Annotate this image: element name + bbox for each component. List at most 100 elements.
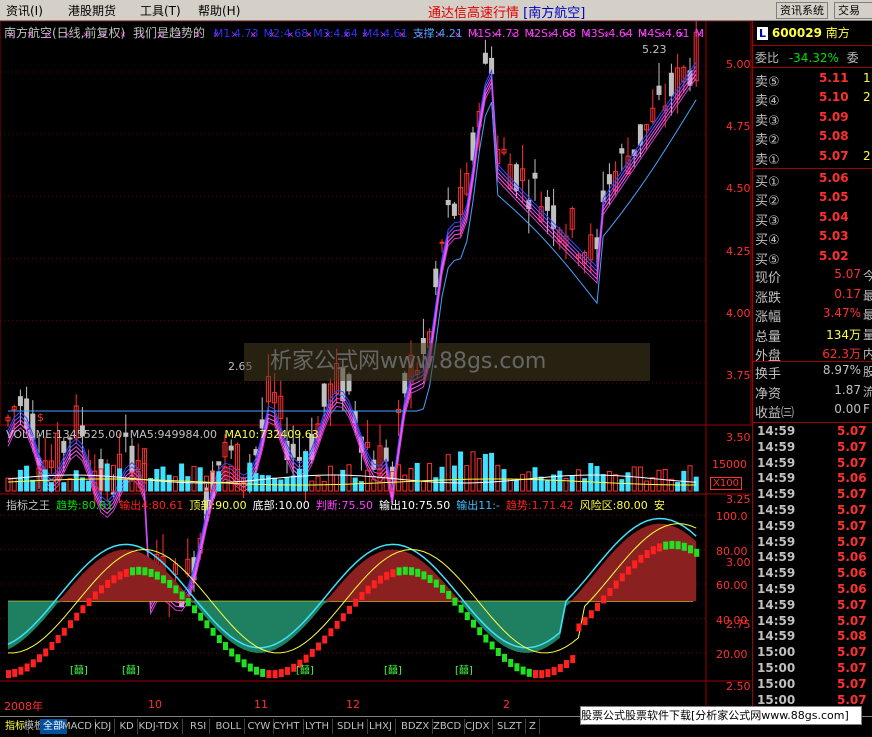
tick-price: 5.07 [837, 661, 867, 675]
volume-bar [309, 480, 315, 492]
signal-block [390, 569, 396, 578]
divider [753, 45, 872, 46]
tab-kdj-tdx[interactable]: KDJ-TDX [136, 719, 183, 734]
signal-block [495, 647, 501, 656]
price-tick: 3.00 [726, 555, 751, 569]
tab-boll[interactable]: BOLL [213, 719, 246, 734]
volume-bar [160, 466, 166, 492]
ma-labels: M1:4.73 M2:4.68 M3:4.64 M4:4.61 支撑:4.21 M1S:4… [209, 26, 704, 40]
signal-block [254, 666, 259, 675]
signal-block [173, 585, 179, 594]
candle-body [606, 174, 612, 185]
ma-ribbon [7, 69, 697, 608]
signal-block [440, 584, 445, 593]
app-title: 通达信高速行情 [南方航空] [428, 6, 586, 21]
tab-cjdx[interactable]: CJDX [462, 719, 494, 734]
tab-slzt[interactable]: SLZT [494, 719, 526, 734]
candle-body [216, 461, 222, 466]
signal-block [74, 612, 80, 621]
signal-block [570, 655, 576, 664]
buy-price: 5.06 [819, 171, 849, 185]
signal-block [365, 585, 371, 594]
volume-bar [5, 477, 11, 492]
indicator-label: 顶部:90.00 [189, 499, 247, 512]
volume-bar [327, 465, 333, 492]
chart-area[interactable]: × × × × × × × × × × × × × × × × × × × × × × × × × × × × × × × × × × × × × × [… [0, 21, 752, 715]
candle-body [544, 196, 550, 211]
volume-bar [216, 471, 222, 492]
buy-level-label: 买③ [755, 213, 780, 229]
tab-rsi[interactable]: RSI [187, 719, 211, 734]
tab-z[interactable]: Z [526, 719, 540, 734]
menu-info[interactable]: 资讯(I) [6, 2, 43, 19]
volume-bar [687, 465, 693, 492]
trade-button[interactable]: 交易 [834, 2, 872, 19]
volume-bar [656, 469, 662, 492]
indicator-label: 趋势:1.71.42 [505, 499, 574, 512]
tick-time: 14:59 [757, 550, 796, 565]
tick-time: 15:00 [757, 692, 796, 707]
volume-bar [290, 475, 296, 492]
signal-block [24, 663, 30, 672]
menu-help[interactable]: 帮助(H) [198, 2, 240, 19]
wei-bi-extra: 委 [846, 51, 859, 65]
signal-block [99, 585, 104, 594]
tab-cyht[interactable]: CYHT [270, 719, 304, 734]
tick-time: 15:00 [757, 676, 796, 691]
divider [753, 422, 872, 423]
signal-block [229, 648, 235, 657]
bearish-area [8, 601, 697, 653]
stat-extra: F [863, 402, 870, 417]
buy-level-label: 买① [755, 175, 780, 190]
signal-block [316, 642, 321, 651]
info-system-button[interactable]: 资讯系统 [776, 2, 828, 19]
signal-block [619, 573, 625, 582]
ma-ribbon [7, 65, 697, 604]
tab-zbcd[interactable]: ZBCD [430, 719, 466, 734]
indicator-label: 输出4:80.61 [119, 499, 184, 512]
volume-bar [489, 452, 495, 492]
sell-level-label: 卖② [755, 133, 780, 149]
signal-block [49, 641, 55, 650]
stat-value: 134万 [826, 327, 861, 342]
signal-block [198, 612, 204, 621]
tab-bdzx[interactable]: BDZX [398, 719, 434, 734]
signal-block [167, 579, 173, 588]
tab-lhxj[interactable]: LHXJ [366, 719, 396, 734]
volume-bar [557, 470, 563, 492]
tab-sdlh[interactable]: SDLH [334, 719, 369, 734]
ma-ribbon [7, 73, 697, 612]
stat-value: 8.97% [822, 363, 861, 377]
stat-label: 现价 [755, 271, 782, 286]
signal-block [650, 546, 656, 555]
menu-tools[interactable]: 工具(T) [140, 2, 181, 19]
signal-block [192, 605, 197, 614]
tick-time: 14:59 [757, 471, 796, 486]
tab-kdj[interactable]: KDJ [91, 719, 116, 734]
signal-block [378, 575, 383, 584]
signal-block [557, 664, 563, 673]
candle-body [656, 85, 662, 95]
sell-volume: 1 [863, 71, 871, 85]
ma-label: M2S:4.68 [524, 27, 577, 40]
tick-time: 14:59 [757, 439, 796, 454]
stat-label: 涨幅 [755, 310, 782, 326]
menu-hk-futures[interactable]: 港股期货 [68, 2, 116, 19]
volume-bar [30, 479, 36, 492]
volume-bar [482, 453, 488, 492]
quote-panel: L 600029 南方 委比 -34.32% 委 卖⑤ 5.11 1 卖④ 5.10 2 卖… [752, 21, 872, 715]
volume-bar [606, 470, 612, 492]
sell-price: 5.11 [819, 71, 849, 85]
signal-block [340, 613, 346, 622]
indicator-label: 指标之王 [6, 499, 50, 512]
bullish-area [8, 523, 697, 602]
tab-lyth[interactable]: LYTH [302, 719, 333, 734]
tick-price: 5.07 [837, 455, 867, 470]
sell-price: 5.08 [819, 129, 849, 144]
stat-value: 1.87 [834, 382, 861, 397]
buy-level-label: 买⑤ [755, 252, 780, 268]
wei-bi-row: 委比 -34.32% 委 [755, 49, 859, 66]
signal-block [37, 654, 42, 663]
ad-banner[interactable]: 股票公式股票软件下载[分析家公式网www.88gs.com] [580, 706, 862, 725]
signal-block [514, 663, 520, 672]
